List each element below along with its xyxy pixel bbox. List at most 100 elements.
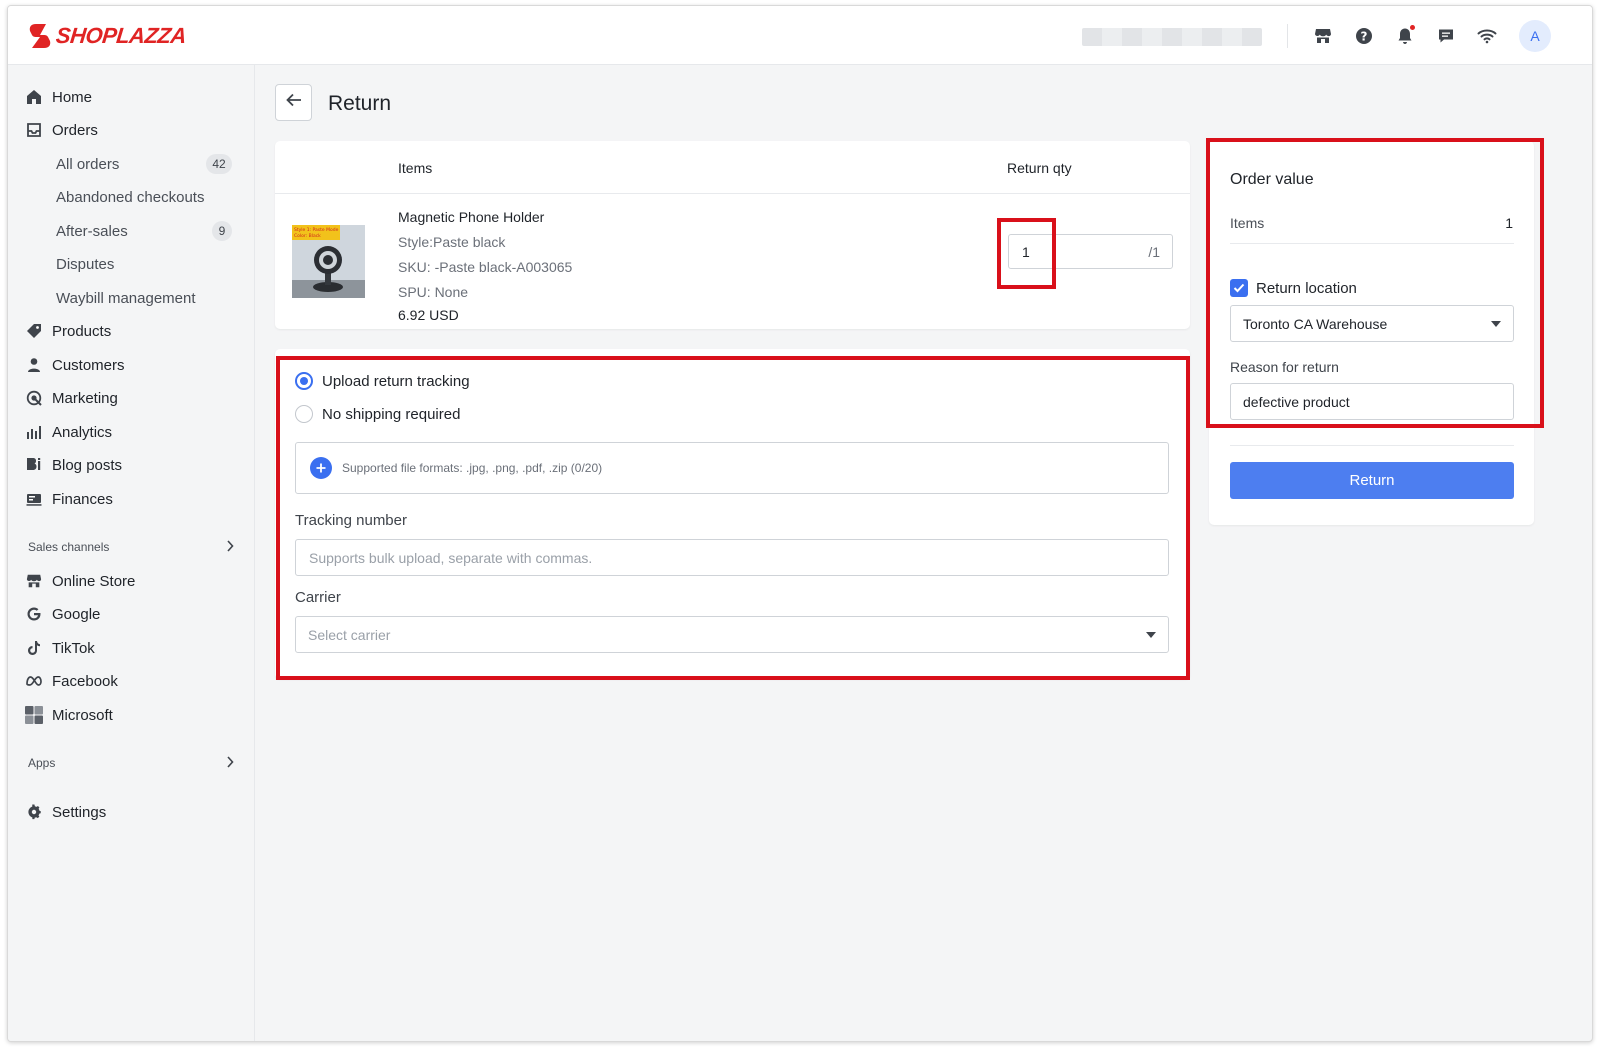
logo-mark-icon <box>29 24 51 48</box>
sidebar-item-customers[interactable]: Customers <box>24 351 125 379</box>
return-qty-input[interactable]: 1 /1 <box>1008 234 1173 269</box>
sidebar-label: Customers <box>52 356 125 374</box>
sidebar: Home Orders All orders 42 Abandoned chec… <box>8 65 255 1041</box>
sidebar-label: Waybill management <box>56 289 196 307</box>
file-upload-area[interactable]: Supported file formats: .jpg, .png, .pdf… <box>295 442 1169 494</box>
order-value-title: Order value <box>1230 171 1314 188</box>
top-bar: SHOPLAZZA ? A <box>8 6 1592 65</box>
tag-icon <box>24 321 44 341</box>
sidebar-label: Orders <box>52 121 98 139</box>
carrier-label: Carrier <box>295 589 341 606</box>
column-header-return-qty: Return qty <box>1007 160 1072 176</box>
upload-hint: Supported file formats: .jpg, .png, .pdf… <box>342 461 603 475</box>
store-icon <box>24 571 44 591</box>
radio-selected-icon <box>295 372 313 390</box>
sidebar-label: Finances <box>52 490 113 508</box>
sidebar-item-disputes[interactable]: Disputes <box>56 250 232 278</box>
arrow-left-icon <box>285 93 302 112</box>
bar-chart-icon <box>24 422 44 442</box>
checkbox-checked-icon <box>1230 279 1248 297</box>
sidebar-item-analytics[interactable]: Analytics <box>24 418 112 446</box>
sidebar-label: After-sales <box>56 222 128 240</box>
return-items-card: Items Return qty Style 1: Paste Mode Col… <box>275 141 1190 329</box>
sidebar-item-microsoft[interactable]: Microsoft <box>24 701 113 729</box>
sidebar-label: Products <box>52 322 112 340</box>
reason-for-return-input[interactable] <box>1230 383 1514 420</box>
sidebar-item-home[interactable]: Home <box>24 83 92 111</box>
radio-no-shipping-required[interactable]: No shipping required <box>295 405 460 423</box>
help-icon[interactable]: ? <box>1352 24 1376 48</box>
caret-down-icon <box>1146 631 1156 638</box>
items-table-header: Items Return qty <box>275 141 1190 194</box>
product-sku: SKU: -Paste black-A003065 <box>398 259 573 275</box>
finance-icon <box>24 489 44 509</box>
sidebar-section-apps[interactable]: Apps <box>28 751 234 775</box>
sidebar-item-settings[interactable]: Settings <box>24 798 106 826</box>
product-thumbnail: Style 1: Paste Mode Color: Black <box>292 225 365 298</box>
return-location-select[interactable]: Toronto CA Warehouse <box>1230 305 1514 342</box>
sidebar-label: Facebook <box>52 672 118 690</box>
plus-circle-icon[interactable] <box>310 457 332 479</box>
thumbnail-text-line1: Style 1: Paste Mode <box>294 227 339 233</box>
tracking-number-input[interactable] <box>295 539 1169 576</box>
sidebar-label: Analytics <box>52 423 113 441</box>
order-items-label: Items <box>1230 215 1265 231</box>
return-location-value: Toronto CA Warehouse <box>1243 315 1388 332</box>
return-qty-value: 1 <box>1022 244 1030 260</box>
sidebar-label: TikTok <box>52 639 95 657</box>
count-badge: 9 <box>212 221 232 241</box>
carrier-select[interactable]: Select carrier <box>295 616 1169 653</box>
wifi-icon[interactable] <box>1475 24 1499 48</box>
order-value-card: Order value Items 1 Return location Toro… <box>1209 141 1534 525</box>
order-items-value: 1 <box>1505 215 1513 231</box>
user-avatar[interactable]: A <box>1519 20 1551 52</box>
sidebar-item-google[interactable]: Google <box>24 600 100 628</box>
tiktok-icon <box>24 638 44 658</box>
sidebar-item-products[interactable]: Products <box>24 317 111 345</box>
sidebar-label: Blog posts <box>52 456 123 474</box>
return-location-checkbox[interactable]: Return location <box>1230 279 1357 297</box>
sidebar-item-online-store[interactable]: Online Store <box>24 567 135 595</box>
sidebar-item-orders[interactable]: Orders <box>24 116 98 144</box>
orders-icon <box>24 120 44 140</box>
svg-text:?: ? <box>1361 30 1368 44</box>
sidebar-item-tiktok[interactable]: TikTok <box>24 634 95 662</box>
store-icon[interactable] <box>1311 24 1335 48</box>
back-button[interactable] <box>275 84 312 121</box>
sidebar-section-sales-channels[interactable]: Sales channels <box>28 535 234 559</box>
sidebar-label: Settings <box>52 803 107 821</box>
section-label: Apps <box>28 756 56 770</box>
chat-icon[interactable] <box>1434 24 1458 48</box>
app-window: SHOPLAZZA ? A Home Orders All orders 42 … <box>7 5 1593 1042</box>
sidebar-item-facebook[interactable]: Facebook <box>24 667 118 695</box>
chevron-right-icon <box>226 755 234 771</box>
sidebar-item-marketing[interactable]: Marketing <box>24 384 118 412</box>
sidebar-label: Microsoft <box>52 706 113 724</box>
reason-for-return-label: Reason for return <box>1230 359 1339 375</box>
sidebar-label: Disputes <box>56 255 115 273</box>
radio-label: No shipping required <box>322 405 461 423</box>
sidebar-item-waybill-management[interactable]: Waybill management <box>56 284 232 312</box>
bell-icon[interactable] <box>1393 24 1417 48</box>
google-icon <box>24 604 44 624</box>
caret-down-icon <box>1491 320 1501 327</box>
return-button[interactable]: Return <box>1230 462 1514 499</box>
tracking-number-label: Tracking number <box>295 512 407 529</box>
topbar-divider <box>1287 24 1288 48</box>
radio-upload-return-tracking[interactable]: Upload return tracking <box>295 372 470 390</box>
divider <box>1230 445 1514 446</box>
sidebar-item-all-orders[interactable]: All orders 42 <box>56 150 232 178</box>
sidebar-label: Home <box>52 88 93 106</box>
sidebar-item-after-sales[interactable]: After-sales 9 <box>56 217 232 245</box>
sidebar-label: All orders <box>56 155 120 173</box>
shoplazza-logo[interactable]: SHOPLAZZA <box>28 22 188 50</box>
sidebar-item-blog-posts[interactable]: Blog posts <box>24 451 122 479</box>
radio-unselected-icon <box>295 405 313 423</box>
sidebar-item-finances[interactable]: Finances <box>24 485 113 513</box>
sidebar-item-abandoned-checkouts[interactable]: Abandoned checkouts <box>56 183 232 211</box>
logo-text: SHOPLAZZA <box>54 23 188 48</box>
product-name[interactable]: Magnetic Phone Holder <box>398 205 572 230</box>
divider <box>1230 243 1514 244</box>
carrier-placeholder: Select carrier <box>308 626 391 643</box>
product-style: Style:Paste black <box>398 234 506 250</box>
